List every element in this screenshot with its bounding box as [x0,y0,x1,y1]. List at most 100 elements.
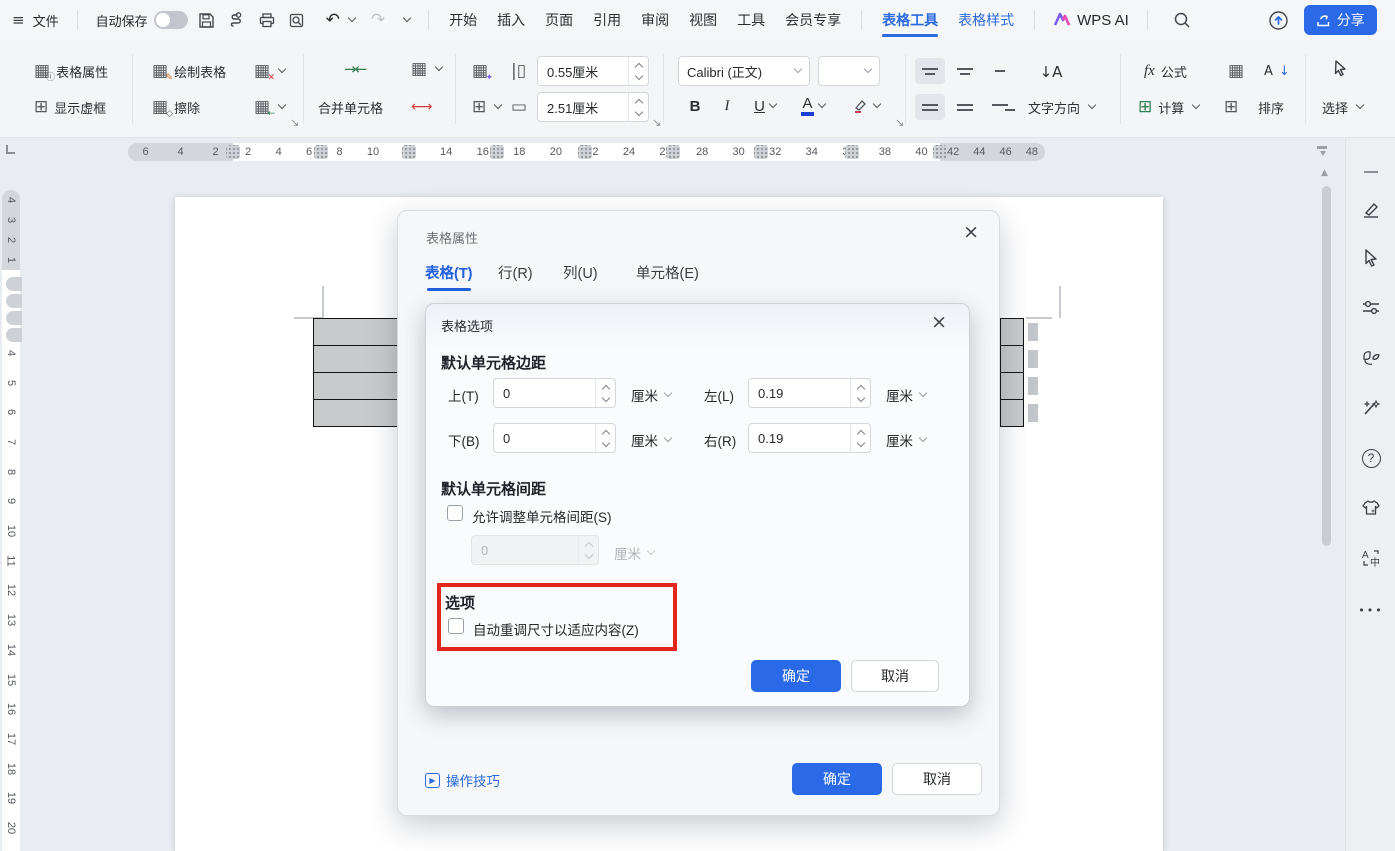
ruler-toggle-icon[interactable] [1317,146,1329,158]
file-menu-button[interactable]: 文件 [25,6,67,34]
column-marker-icon[interactable] [578,145,592,159]
column-marker-icon[interactable] [845,145,859,159]
column-marker-icon[interactable] [933,145,947,159]
margin-bottom-input[interactable]: 0 [493,423,616,453]
table-row[interactable] [313,318,398,346]
horizontal-ruler[interactable]: 642 246810121416182022242628303234363840… [0,141,1395,163]
export-icon[interactable] [226,9,248,31]
show-gridlines-button[interactable]: ⊞ 显示虚框 [28,93,112,121]
margin-left-unit-select[interactable]: 厘米 [886,385,926,405]
tab-table-tools[interactable]: 表格工具 [872,0,948,40]
row-marker-icon[interactable] [6,328,22,342]
options-ok-button[interactable]: 确定 [751,660,841,692]
wps-ai-button[interactable]: WPS AI [1045,6,1137,34]
undo-button[interactable]: ↶ [318,6,363,34]
tab-stop-indicator[interactable] [6,145,15,154]
tab-member[interactable]: 会员专享 [775,0,851,40]
font-color-button[interactable]: A [792,92,834,120]
eraser-button[interactable]: ▦◇ 擦除 [146,93,206,121]
tab-view[interactable]: 视图 [679,0,727,40]
save-icon[interactable] [196,9,218,31]
dialog-launcher-icon[interactable]: ↘ [895,116,904,129]
more-options-icon[interactable]: ••• [1358,597,1384,623]
settings-sliders-icon[interactable] [1358,295,1384,321]
bold-button[interactable]: B [682,92,708,120]
dialog-launcher-icon[interactable]: ↘ [652,116,661,129]
tab-row[interactable]: 行(R) [498,257,533,287]
column-width-input[interactable]: 0.55厘米 [537,56,649,86]
align-bottom-left-button[interactable] [915,94,945,120]
delete-cells-button[interactable]: ▦✕ [248,57,291,85]
table-row[interactable] [1000,399,1024,427]
close-icon[interactable]: × [963,223,979,242]
italic-button[interactable]: I [714,92,740,120]
highlight-button[interactable] [844,92,888,120]
tab-tools[interactable]: 工具 [727,0,775,40]
help-icon[interactable]: ? [1358,445,1384,471]
tab-cell[interactable]: 单元格(E) [636,257,699,287]
dialog-ok-button[interactable]: 确定 [792,763,882,795]
collapse-pane-icon[interactable] [1358,159,1384,185]
insert-cells-button[interactable]: ▦← [248,93,291,121]
column-marker-icon[interactable] [490,145,504,159]
cursor-select-icon[interactable] [1358,245,1384,271]
toolbar-options-button[interactable] [393,6,418,34]
merge-direction-icon[interactable]: →← [338,55,371,83]
help-tips-link[interactable]: ▶ 操作技巧 [425,770,500,790]
sort-button[interactable]: 排序 [1252,93,1290,121]
theme-skin-icon[interactable] [1358,495,1384,521]
row-marker-icon[interactable] [6,277,22,291]
column-marker-icon[interactable] [402,145,416,159]
select-button[interactable]: 选择 [1316,93,1369,121]
magic-wand-icon[interactable] [1358,395,1384,421]
table-properties-button[interactable]: ▦ⓘ 表格属性 [28,57,114,85]
margin-right-stepper[interactable] [850,424,870,452]
share-button[interactable]: 分享 [1304,5,1377,35]
margin-top-unit-select[interactable]: 厘米 [631,385,671,405]
table-style-options-button[interactable]: ▦✦ [466,57,494,85]
align-top-center-button[interactable] [950,58,980,84]
autosave-control[interactable]: 自动保存 [88,6,196,34]
dialog-launcher-icon[interactable]: ↘ [290,116,299,129]
table-row[interactable] [313,372,398,400]
margin-bottom-unit-select[interactable]: 厘米 [631,430,671,450]
align-top-right-button[interactable] [985,58,1015,84]
distribute-rows-button[interactable]: ⊞ [466,93,507,121]
row-height-input[interactable]: 2.51厘米 [537,92,649,122]
column-marker-icon[interactable] [754,145,768,159]
dialog-cancel-button[interactable]: 取消 [892,763,982,795]
convert-table-button[interactable]: ⊞ [1218,93,1244,121]
tab-table-style[interactable]: 表格样式 [948,0,1024,40]
table-row[interactable] [1000,372,1024,400]
merge-cells-button[interactable]: 合并单元格 [312,93,389,121]
align-bottom-center-button[interactable] [950,94,980,120]
underline-button[interactable]: U [746,92,784,120]
tab-home[interactable]: 开始 [439,0,487,40]
text-direction-button[interactable]: 文字方向 [1022,93,1101,121]
column-marker-icon[interactable] [666,145,680,159]
formula-button[interactable]: fx 公式 [1138,57,1193,85]
tab-table[interactable]: 表格(T) [425,257,473,287]
margin-top-stepper[interactable] [595,379,615,407]
close-icon[interactable]: × [931,313,947,332]
vertical-ruler[interactable]: 4321 4567891011121314151617181920 [0,163,22,851]
pen-signature-icon[interactable] [1358,197,1384,223]
autosave-toggle[interactable] [154,11,188,29]
table-layout-button[interactable]: ▦ [405,55,448,83]
upload-icon[interactable] [1268,9,1290,31]
draw-table-button[interactable]: ▦✎ 绘制表格 [146,57,232,85]
column-width-stepper[interactable] [628,57,648,85]
column-marker-icon[interactable] [314,145,328,159]
tab-column[interactable]: 列(U) [563,257,598,287]
translate-icon[interactable]: A中 [1358,545,1384,571]
tab-reference[interactable]: 引用 [583,0,631,40]
margin-left-stepper[interactable] [850,379,870,407]
margin-top-input[interactable]: 0 [493,378,616,408]
print-icon[interactable] [256,9,278,31]
row-marker-icon[interactable] [6,311,22,325]
print-preview-icon[interactable] [286,9,308,31]
table-row[interactable] [313,399,398,427]
align-top-left-button[interactable] [915,58,945,84]
column-marker-icon[interactable] [226,145,240,159]
title-row-repeat-button[interactable]: ▦ [1222,57,1250,85]
